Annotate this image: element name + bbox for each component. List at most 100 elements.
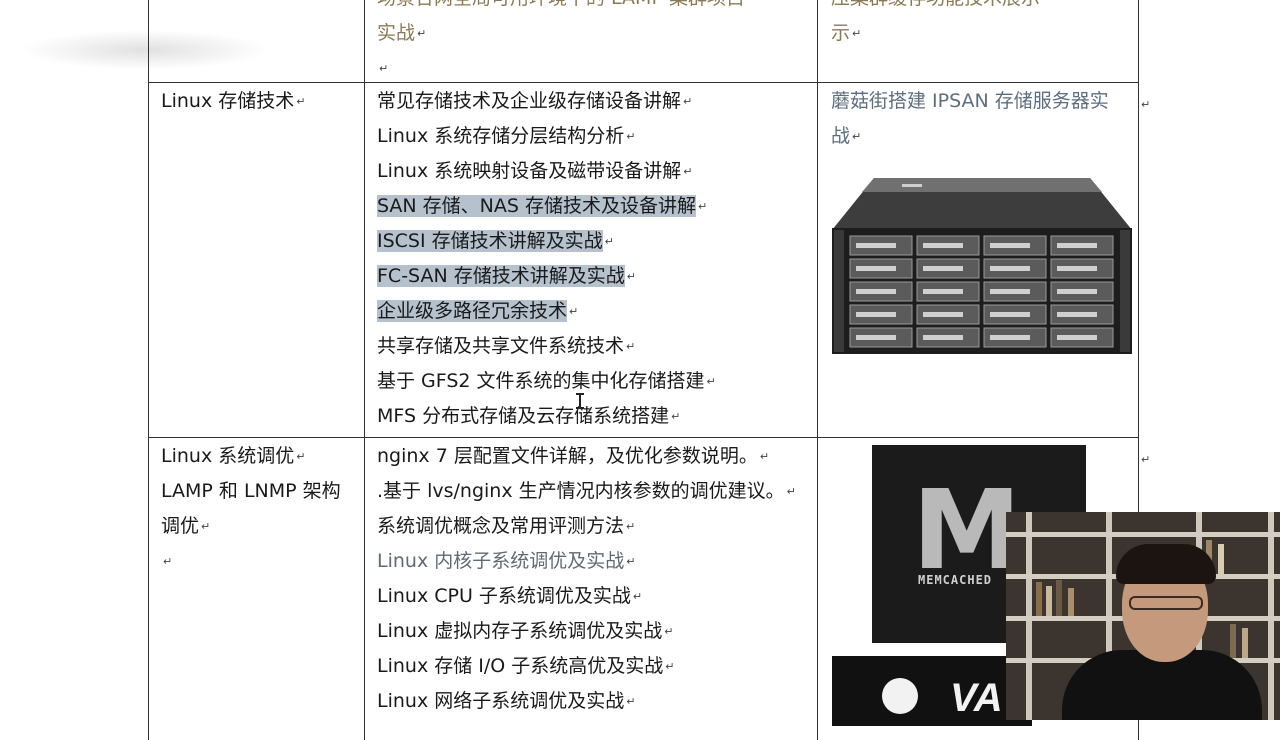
drive-bay-handle [990, 266, 1030, 271]
drive-bay-handle [856, 266, 896, 271]
paragraph-mark: ↵ [626, 520, 636, 533]
storage-course-item-text: FC-SAN 存储技术讲解及实战 [377, 265, 625, 287]
storage-course-item: FC-SAN 存储技术讲解及实战 ↵ [377, 259, 716, 294]
storage-course-item-text: ISCSI 存储技术讲解及实战 [377, 230, 603, 252]
drive-bay-handle [1057, 289, 1097, 294]
paragraph-mark: ↵ [671, 410, 681, 423]
paragraph-mark: ↵ [626, 340, 636, 353]
storage-course-item: 共享存储及共享文件系统技术 ↵ [377, 329, 716, 364]
storage-course-item-text: 基于 GFS2 文件系统的集中化存储搭建 [377, 370, 705, 392]
storage-project-line-2: 战 ↵ [831, 125, 862, 147]
paragraph-mark: ↵ [683, 95, 693, 108]
drive-bay-handle [1057, 312, 1097, 317]
bookshelf-shelf [1006, 532, 1280, 537]
storage-course-item: SAN 存储、NAS 存储技术及设备讲解 ↵ [377, 189, 716, 224]
tuning-course-list: nginx 7 层配置文件详解，及优化参数说明。 ↵ .基于 lvs/nginx 生… [377, 439, 796, 719]
tuning-course-item: Linux 虚拟内存子系统调优及实战 ↵ [377, 614, 796, 649]
storage-category-label: Linux 存储技术 ↵ [161, 90, 306, 112]
tuning-course-item-text: Linux 内核子系统调优及实战 [377, 550, 625, 572]
top-row-project-partial-line: 压集群缓存功能技术展示 [831, 0, 1040, 16]
storage-course-item: 基于 GFS2 文件系统的集中化存储搭建 ↵ [377, 364, 716, 399]
memcached-logo-text: MEMCACHED [918, 573, 993, 587]
drive-bay-handle [990, 289, 1030, 294]
tuning-course-item: Linux CPU 子系统调优及实战 ↵ [377, 579, 796, 614]
logo-dot [882, 678, 918, 714]
storage-category-cell: Linux 存储技术 ↵ [161, 84, 305, 119]
storage-project-cell: 蘑菇街搭建 IPSAN 存储服务器实 战 ↵ [831, 84, 1109, 154]
tuning-category-cell: Linux 系统调优 ↵ LAMP 和 LNMP 架构 调优 ↵ ↵ [161, 439, 341, 579]
drive-bay-handle [923, 335, 963, 340]
tuning-course-item-text: Linux 虚拟内存子系统调优及实战 [377, 620, 663, 642]
drive-bay-handle [1057, 335, 1097, 340]
storage-course-item-text: MFS 分布式存储及云存储系统搭建 [377, 405, 670, 427]
storage-course-item-text: 共享存储及共享文件系统技术 [377, 335, 625, 357]
text-cursor [576, 393, 584, 409]
book [1218, 544, 1224, 574]
top-row-project-line: 示 ↵ [831, 22, 862, 44]
second-logo-text: VA [950, 676, 1003, 720]
drive-bay-handle [923, 243, 963, 248]
book [1046, 586, 1052, 616]
table-column-divider-2 [817, 0, 818, 740]
storage-course-list: 常见存储技术及企业级存储设备讲解 ↵ Linux 系统存储分层结构分析 ↵ Linux … [377, 84, 716, 434]
top-row-empty-line: ↵ [379, 62, 389, 75]
tuning-course-item: nginx 7 层配置文件详解，及优化参数说明。 ↵ [377, 439, 796, 474]
drive-bay-handle [923, 312, 963, 317]
tuning-course-item-text: Linux 存储 I/O 子系统高优及实战 [377, 655, 664, 677]
drive-bay-handle [856, 335, 896, 340]
tuning-course-item: Linux 内核子系统调优及实战 ↵ [377, 544, 796, 579]
paragraph-mark: ↵ [626, 270, 636, 283]
table-row-divider-2 [148, 437, 1139, 438]
tuning-course-item-text: Linux CPU 子系统调优及实战 [377, 585, 631, 607]
storage-course-item: 常见存储技术及企业级存储设备讲解 ↵ [377, 84, 716, 119]
paragraph-mark: ↵ [664, 625, 674, 638]
storage-course-item-text: Linux 系统存储分层结构分析 [377, 125, 625, 147]
paragraph-mark: ↵ [569, 305, 579, 318]
drive-bay-handle [856, 243, 896, 248]
top-row-project-cell: 压集群缓存功能技术展示 示↵ [831, 0, 1040, 51]
storage-course-item-text: 常见存储技术及企业级存储设备讲解 [377, 90, 682, 112]
person-hair [1116, 544, 1216, 584]
tuning-course-item: .基于 lvs/nginx 生产情况内核参数的调优建议。 ↵ [377, 474, 796, 509]
drive-bay-handle [990, 312, 1030, 317]
storage-course-item: MFS 分布式存储及云存储系统搭建 ↵ [377, 399, 716, 434]
storage-course-item: Linux 系统映射设备及磁带设备讲解 ↵ [377, 154, 716, 189]
tuning-course-item: 系统调优概念及常用评测方法 ↵ [377, 509, 796, 544]
tuning-course-item-text: 系统调优概念及常用评测方法 [377, 515, 625, 537]
drive-bay-handle [923, 266, 963, 271]
drive-bay-handle [923, 289, 963, 294]
person-glasses [1129, 596, 1203, 610]
tuning-category-empty: ↵ [163, 555, 173, 568]
tuning-course-item: Linux 网络子系统调优及实战 ↵ [377, 684, 796, 719]
storage-course-item-text: Linux 系统映射设备及磁带设备讲解 [377, 160, 682, 182]
drive-bay-handle [990, 243, 1030, 248]
drive-bay-handle [1057, 266, 1097, 271]
drive-bay-handle [1057, 243, 1097, 248]
edge-paragraph-mark-2: ↵ [1141, 453, 1151, 466]
paragraph-mark: ↵ [632, 590, 643, 603]
tuning-course-item-text: Linux 网络子系统调优及实战 [377, 690, 625, 712]
paragraph-mark: ↵ [665, 660, 675, 673]
paragraph-mark: ↵ [706, 375, 716, 388]
tuning-category-line-2: LAMP 和 LNMP 架构 [161, 480, 341, 502]
paragraph-mark: ↵ [626, 130, 636, 143]
paragraph-mark: ↵ [697, 200, 708, 213]
storage-course-item-text: SAN 存储、NAS 存储技术及设备讲解 [377, 195, 696, 217]
drive-bay-handle [856, 312, 896, 317]
book [1242, 628, 1248, 658]
edge-paragraph-mark-1: ↵ [1141, 98, 1151, 111]
book [1068, 588, 1074, 616]
table-border-left [148, 0, 149, 740]
top-row-line: 实战 ↵ [377, 22, 427, 44]
top-row-partial-line: 场景合网全局可用环境下的 LAMP 集群项目 [377, 0, 745, 16]
webcam-overlay [1006, 512, 1280, 720]
second-logo-image: VA [832, 656, 1032, 726]
top-row-course-cell: 场景合网全局可用环境下的 LAMP 集群项目 实战↵ ↵ [377, 0, 745, 86]
paragraph-mark: ↵ [786, 485, 796, 498]
drive-bay-handle [856, 289, 896, 294]
tuning-category-line-1: Linux 系统调优 ↵ [161, 445, 306, 467]
storage-course-item: 企业级多路径冗余技术 ↵ [377, 294, 716, 329]
paragraph-mark: ↵ [759, 450, 770, 463]
paragraph-mark: ↵ [626, 555, 636, 568]
drive-bay-handle [990, 335, 1030, 340]
